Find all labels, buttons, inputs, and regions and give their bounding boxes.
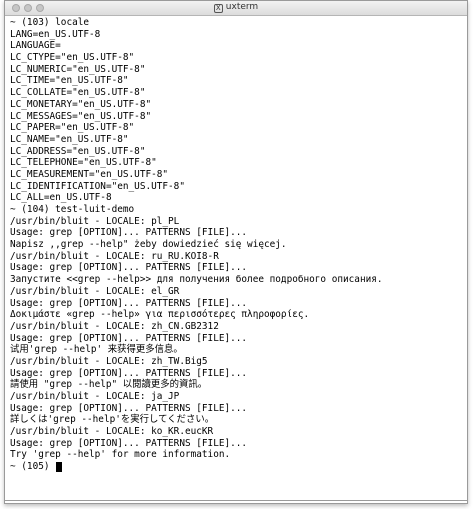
terminal-line: /usr/bin/bluit - LOCALE: ru_RU.KOI8-R <box>10 250 219 262</box>
terminal-output[interactable]: ~ (103) locale LANG=en_US.UTF-8 LANGUAGE= L… <box>10 17 463 499</box>
terminal-line: LC_ADDRESS="en_US.UTF-8" <box>10 145 146 157</box>
terminal-line: /usr/bin/bluit - LOCALE: zh_CN.GB2312 <box>10 320 219 332</box>
terminal-line: ~ (104) test-luit-demo <box>10 204 135 215</box>
terminal-line: /usr/bin/bluit - LOCALE: ko_KR.eucKR <box>10 426 214 438</box>
terminal-line: Napisz ,,grep --help" żeby dowiedzieć si… <box>10 239 287 251</box>
terminal-line: Usage: grep [OPTION]... PATTERNS [FILE].… <box>10 367 248 379</box>
terminal-line: LC_PAPER="en_US.UTF-8" <box>10 122 135 134</box>
title-bar[interactable]: Xuxterm <box>5 1 467 16</box>
x11-icon: X <box>213 4 223 13</box>
terminal-line: LC_MESSAGES="en_US.UTF-8" <box>10 110 152 122</box>
terminal-line: ~ (103) locale <box>10 17 90 28</box>
terminal-line: LC_NUMERIC="en_US.UTF-8" <box>10 63 146 75</box>
terminal-line: 试用'grep --help' 来获得更多信息。 <box>10 344 183 356</box>
terminal-line: Usage: grep [OPTION]... PATTERNS [FILE].… <box>10 227 248 239</box>
window-title-text: uxterm <box>225 2 259 12</box>
window-bottom-border <box>5 500 467 501</box>
terminal-line: /usr/bin/bluit - LOCALE: zh_TW.Big5 <box>10 355 208 367</box>
terminal-line: LC_COLLATE="en_US.UTF-8" <box>10 87 146 99</box>
terminal-line: LC_ALL=en_US.UTF-8 <box>10 192 112 204</box>
terminal-line: LC_MONETARY="en_US.UTF-8" <box>10 98 152 110</box>
terminal-line: Usage: grep [OPTION]... PATTERNS [FILE].… <box>10 297 248 309</box>
terminal-line: LANGUAGE= <box>10 40 61 52</box>
shell-prompt: ~ (105) <box>10 461 56 473</box>
terminal-line: /usr/bin/bluit - LOCALE: pl_PL <box>10 215 180 227</box>
terminal-line: Δοκιμάστε «grep --help» για περισσότερες… <box>10 309 310 321</box>
terminal-line: 詳しくは'grep --help'を実行してください。 <box>10 414 215 426</box>
text-cursor <box>56 461 63 472</box>
terminal-line: LC_TIME="en_US.UTF-8" <box>10 75 129 87</box>
terminal-line: LC_TELEPHONE="en_US.UTF-8" <box>10 157 157 169</box>
terminal-line: /usr/bin/bluit - LOCALE: ja_JP <box>10 391 180 402</box>
terminal-line: Try 'grep --help' for more information. <box>10 449 231 461</box>
terminal-line: LC_NAME="en_US.UTF-8" <box>10 133 129 145</box>
terminal-line: Usage: grep [OPTION]... PATTERNS [FILE].… <box>10 437 248 449</box>
terminal-line: Usage: grep [OPTION]... PATTERNS [FILE].… <box>10 262 248 274</box>
terminal-window: Xuxterm ~ (103) locale LANG=en_US.UTF-8 LA… <box>4 0 468 504</box>
terminal-line: Запустите <<grep --help>> для получения … <box>10 274 383 286</box>
terminal-line: 請使用 "grep --help" 以閱讀更多的資訊。 <box>10 379 208 391</box>
terminal-line: LC_CTYPE="en_US.UTF-8" <box>10 52 135 64</box>
window-title: Xuxterm <box>5 2 467 13</box>
terminal-line: Usage: grep [OPTION]... PATTERNS [FILE].… <box>10 402 248 414</box>
terminal-line: LC_IDENTIFICATION="en_US.UTF-8" <box>10 180 185 192</box>
shell-prompt-line[interactable]: ~ (105) <box>10 461 463 473</box>
terminal-line: LANG=en_US.UTF-8 <box>10 28 101 40</box>
terminal-line: LC_MEASUREMENT="en_US.UTF-8" <box>10 168 169 180</box>
terminal-line: /usr/bin/bluit - LOCALE: el_GR <box>10 285 180 297</box>
terminal-line: Usage: grep [OPTION]... PATTERNS [FILE].… <box>10 332 248 344</box>
